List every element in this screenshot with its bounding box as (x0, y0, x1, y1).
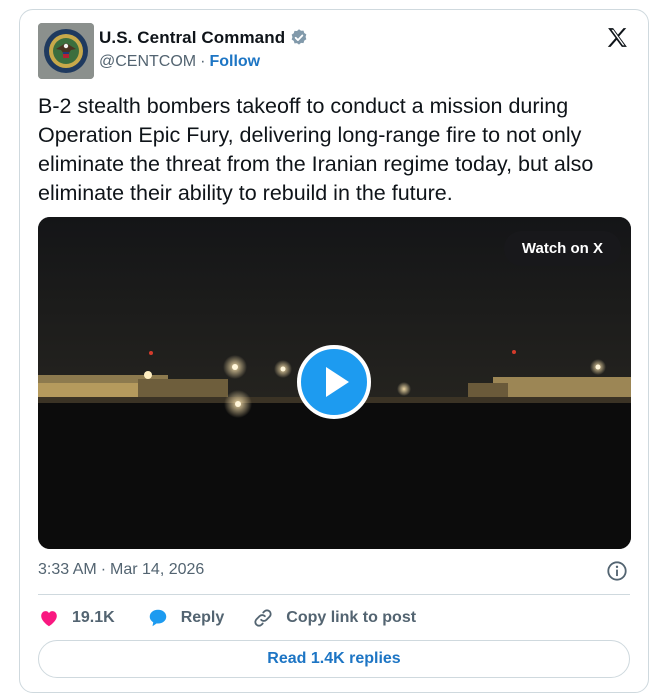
author-display-name[interactable]: U.S. Central Command (99, 28, 285, 48)
reply-label: Reply (180, 609, 225, 626)
tweet-text: B-2 stealth bombers takeoff to conduct a… (38, 94, 594, 205)
timestamp[interactable]: 3:33 AM · Mar 14, 2026 (38, 561, 204, 579)
info-icon[interactable] (606, 560, 628, 582)
video-player[interactable]: Watch on X (38, 217, 631, 549)
copy-link-label: Copy link to post (286, 609, 417, 626)
reply-bubble-icon (149, 609, 166, 627)
like-count: 19.1K (72, 609, 115, 626)
author-name-row: U.S. Central Command (99, 28, 309, 48)
author-handle[interactable]: @CENTCOM (99, 53, 196, 71)
heart-icon (41, 611, 57, 627)
x-logo-icon[interactable] (605, 25, 630, 50)
tweet-card: U.S. Central Command @CENTCOM · Follow B… (19, 9, 649, 693)
copy-link-button[interactable]: Copy link to post (252, 607, 416, 629)
play-button[interactable] (297, 345, 371, 419)
like-button[interactable]: 19.1K (38, 607, 115, 629)
watch-on-x-button[interactable]: Watch on X (503, 231, 621, 266)
link-icon (254, 609, 272, 627)
play-icon (326, 367, 349, 397)
follow-button[interactable]: Follow (209, 53, 260, 71)
action-bar: 19.1K Reply Copy link to post (38, 607, 416, 629)
divider (38, 594, 630, 595)
reply-button[interactable]: Reply (147, 607, 225, 629)
avatar[interactable] (38, 23, 94, 79)
verified-badge-icon (291, 29, 307, 45)
timestamp-separator: · (100, 561, 107, 578)
timestamp-time: 3:33 AM (38, 561, 97, 578)
timestamp-date: Mar 14, 2026 (110, 561, 205, 578)
handle-separator: · (200, 53, 206, 70)
read-replies-button[interactable]: Read 1.4K replies (38, 640, 630, 678)
centcom-seal-icon (38, 23, 94, 79)
read-replies-label: Read 1.4K replies (267, 650, 401, 667)
author-handle-row: @CENTCOM · Follow (99, 53, 260, 71)
